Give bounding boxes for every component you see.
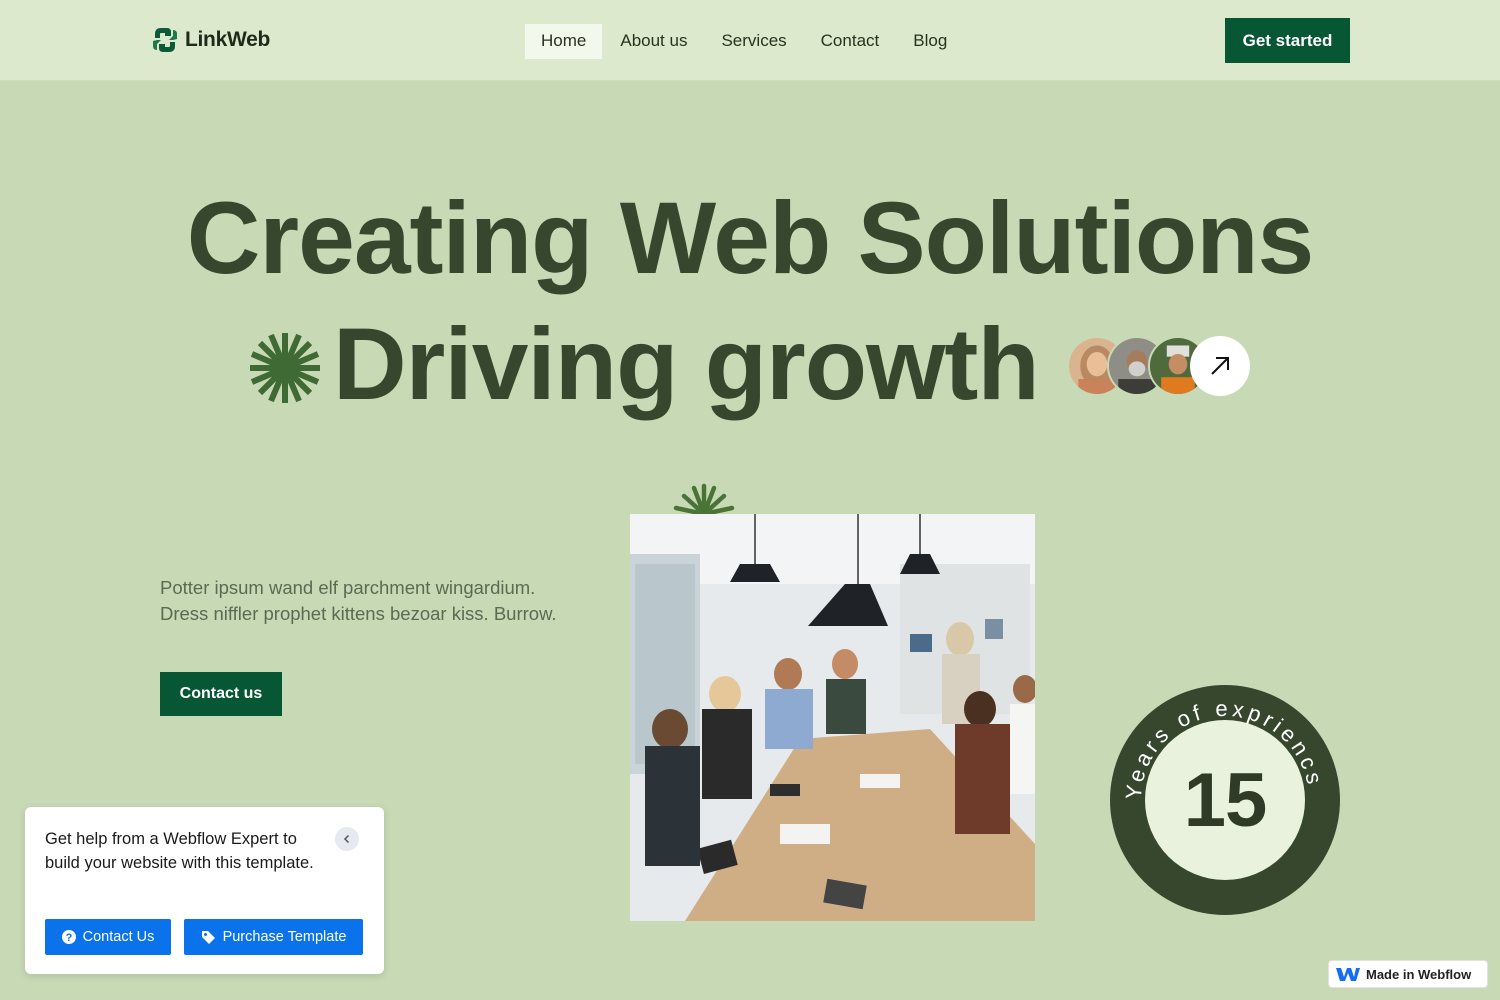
nav-link-home[interactable]: Home xyxy=(525,24,603,59)
team-meeting-photo xyxy=(630,514,1035,921)
team-avatars xyxy=(1067,336,1252,396)
chevron-left-icon xyxy=(343,834,350,844)
nav-link-services[interactable]: Services xyxy=(705,24,802,59)
made-in-webflow-label: Made in Webflow xyxy=(1366,966,1472,982)
contact-us-button[interactable]: Contact us xyxy=(160,672,282,716)
nav-link-blog[interactable]: Blog xyxy=(897,24,963,59)
help-contact-us-button[interactable]: ? Contact Us xyxy=(45,919,171,955)
badge-number: 15 xyxy=(1183,757,1268,843)
nav-link-about-us[interactable]: About us xyxy=(604,24,703,59)
linkweb-logo-icon xyxy=(153,28,177,52)
sprout-decoration-icon xyxy=(673,483,735,516)
intro-paragraph: Potter ipsum wand elf parchment wingardi… xyxy=(160,577,557,624)
hero-headline-line2: Driving growth xyxy=(333,307,1040,421)
question-circle-icon: ? xyxy=(61,930,76,944)
made-in-webflow-badge[interactable]: Made in Webflow xyxy=(1328,960,1488,988)
svg-text:?: ? xyxy=(65,932,72,944)
help-contact-us-label: Contact Us xyxy=(82,929,155,945)
years-experience-badge: Years of expriencs 15 xyxy=(1108,683,1342,917)
tag-icon xyxy=(201,930,215,944)
webflow-help-card: Get help from a Webflow Expert to build … xyxy=(25,807,384,974)
navbar: LinkWeb Home About us Services Contact B… xyxy=(0,0,1500,81)
webflow-logo-icon xyxy=(1336,967,1360,981)
logo[interactable]: LinkWeb xyxy=(149,24,270,56)
nav-link-contact[interactable]: Contact xyxy=(805,24,896,59)
logo-text: LinkWeb xyxy=(185,28,271,51)
purchase-template-label: Purchase Template xyxy=(222,929,347,945)
collapse-button[interactable] xyxy=(335,827,359,851)
get-started-button[interactable]: Get started xyxy=(1225,18,1350,63)
hero-headline-line1: Creating Web Solutions xyxy=(186,181,1315,295)
help-card-text: Get help from a Webflow Expert to build … xyxy=(45,830,314,872)
purchase-template-button[interactable]: Purchase Template xyxy=(184,919,363,955)
sparkle-burst-icon xyxy=(250,333,320,403)
arrow-up-right-icon xyxy=(1211,357,1229,375)
arrow-button[interactable] xyxy=(1190,336,1250,396)
main-nav: Home About us Services Contact Blog xyxy=(525,24,965,59)
